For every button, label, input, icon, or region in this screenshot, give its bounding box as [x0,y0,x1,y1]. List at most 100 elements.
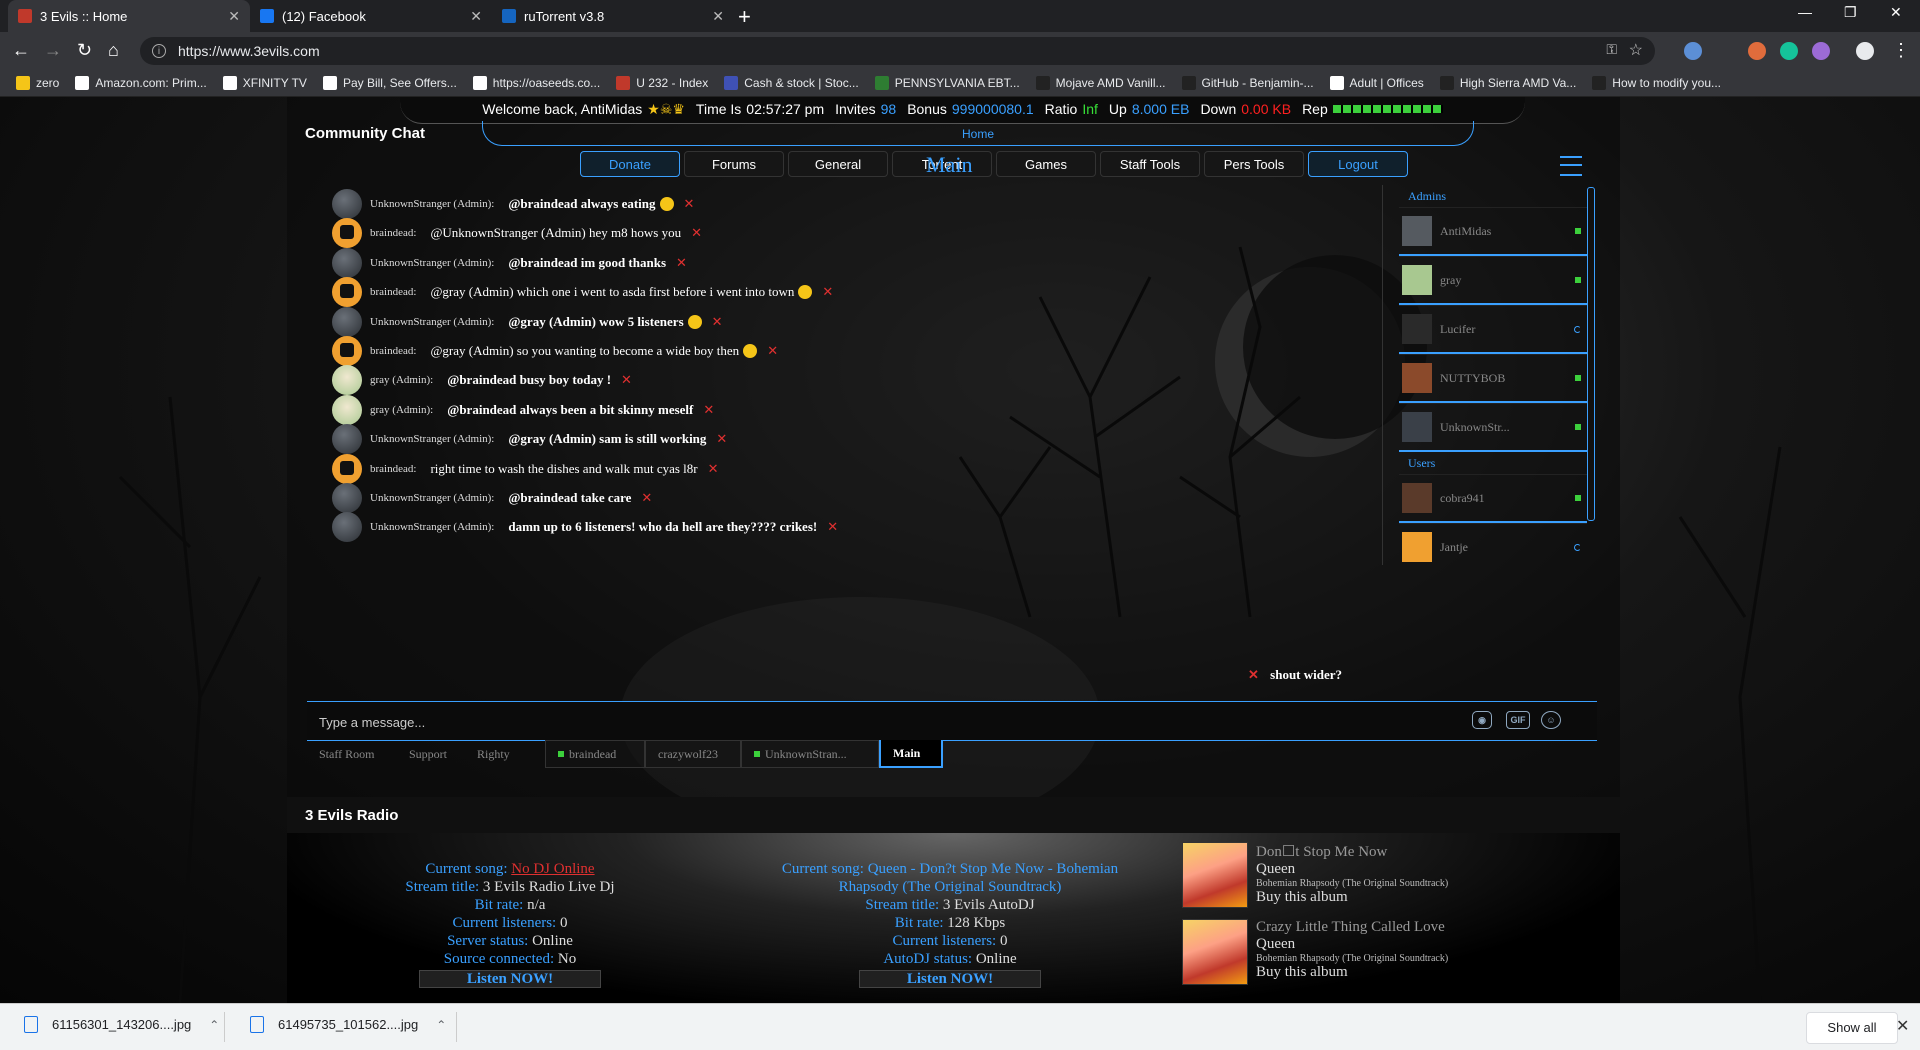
user-avatar[interactable] [332,218,362,249]
new-tab-icon[interactable]: + [738,4,751,30]
gif-icon[interactable]: GIF [1506,711,1530,729]
message-author[interactable]: UnknownStranger (Admin): [370,257,494,269]
grammarly-icon[interactable] [1780,42,1798,60]
message-author[interactable]: braindead: [370,286,416,298]
donate-button[interactable]: Donate [580,151,680,177]
delete-message-icon[interactable]: ✕ [1248,667,1259,682]
user-avatar[interactable] [332,512,362,543]
minimize-icon[interactable]: — [1798,4,1812,20]
delete-message-icon[interactable]: ✕ [708,461,719,477]
site-info-icon[interactable]: i [152,44,166,58]
chat-room-tab[interactable]: braindead [545,740,645,768]
bookmark-star-icon[interactable]: ☆ [1629,40,1643,60]
delete-message-icon[interactable]: ✕ [691,225,702,241]
extension-icon[interactable] [1812,42,1830,60]
bookmark-item[interactable]: High Sierra AMD Va... [1439,76,1576,90]
delete-message-icon[interactable]: ✕ [822,284,833,300]
message-author[interactable]: gray (Admin): [370,404,433,416]
home-icon[interactable]: ⌂ [108,40,119,61]
online-user-row[interactable]: gray [1399,256,1587,305]
bookmark-item[interactable]: GitHub - Benjamin-... [1181,76,1314,90]
chat-room-tab[interactable]: crazywolf23 [645,740,741,768]
delete-message-icon[interactable]: ✕ [676,255,687,271]
message-author[interactable]: braindead: [370,463,416,475]
download-item[interactable]: 61156301_143206....jpg ⌃ [24,1016,219,1033]
message-author[interactable]: UnknownStranger (Admin): [370,492,494,504]
pers-tools-button[interactable]: Pers Tools [1204,151,1304,177]
back-icon[interactable]: ← [12,40,30,61]
reload-icon[interactable]: ↻ [77,40,92,61]
window-close-icon[interactable]: ✕ [1890,4,1902,21]
delete-message-icon[interactable]: ✕ [621,372,632,388]
maximize-icon[interactable]: ❐ [1844,4,1857,21]
bookmark-item[interactable]: PENNSYLVANIA EBT... [874,76,1020,90]
address-bar[interactable]: i https://www.3evils.com ⚿ ☆ [140,37,1655,65]
online-list-scrollbar[interactable] [1587,187,1595,521]
user-avatar[interactable] [332,453,362,484]
profile-avatar-icon[interactable] [1856,42,1874,60]
delete-message-icon[interactable]: ✕ [641,490,652,506]
buy-album-link[interactable]: Buy this album [1256,889,1448,906]
bookmark-item[interactable]: U 232 - Index [616,76,708,90]
extension-icon[interactable] [1748,42,1766,60]
camera-icon[interactable]: ◉ [1472,711,1492,729]
delete-message-icon[interactable]: ✕ [703,402,714,418]
chat-room-tab[interactable]: Support [397,740,465,768]
song-value[interactable]: Queen - Don?t Stop Me Now - Bohemian Rha… [839,861,1119,895]
close-tab-icon[interactable]: ✕ [470,8,482,25]
chat-room-tab[interactable]: Staff Room [307,740,397,768]
bookmark-item[interactable]: XFINITY TV [222,76,307,90]
chevron-up-icon[interactable]: ⌃ [209,1018,219,1032]
show-all-button[interactable]: Show all [1806,1012,1898,1044]
extension-icon[interactable] [1684,42,1702,60]
bookmark-item[interactable]: Amazon.com: Prim... [75,76,207,90]
online-user-row[interactable]: cobra941 [1399,474,1587,523]
online-user-row[interactable]: Lucifer [1399,305,1587,354]
online-user-row[interactable]: Jantje [1399,523,1587,565]
user-avatar[interactable] [332,483,362,513]
bookmark-item[interactable]: zero [16,76,59,90]
online-user-row[interactable]: NUTTYBOB [1399,354,1587,403]
user-avatar[interactable] [332,277,362,308]
close-tab-icon[interactable]: ✕ [228,8,240,25]
delete-message-icon[interactable]: ✕ [684,196,695,212]
chat-room-tab[interactable]: UnknownStran... [741,740,879,768]
online-user-row[interactable]: UnknownStr... [1399,403,1587,452]
bookmark-item[interactable]: Pay Bill, See Offers... [322,76,457,90]
user-avatar[interactable] [332,189,362,219]
message-author[interactable]: UnknownStranger (Admin): [370,521,494,533]
user-avatar[interactable] [332,306,362,337]
chat-room-tab[interactable]: Main [879,740,943,768]
tab-facebook[interactable]: (12) Facebook ✕ [250,0,492,32]
bookmark-item[interactable]: How to modify you... [1592,76,1721,90]
buy-album-link[interactable]: Buy this album [1256,964,1448,981]
album-cover[interactable] [1182,842,1248,908]
browser-menu-icon[interactable]: ⋮ [1892,40,1910,61]
user-avatar[interactable] [332,365,362,396]
emoji-icon[interactable]: ☺ [1541,711,1561,729]
hamburger-menu-icon[interactable] [1560,156,1582,176]
album-cover[interactable] [1182,919,1248,985]
general-button[interactable]: General [788,151,888,177]
message-author[interactable]: UnknownStranger (Admin): [370,316,494,328]
bookmark-item[interactable]: https://oaseeds.co... [472,76,600,90]
download-item[interactable]: 61495735_101562....jpg ⌃ [250,1016,446,1033]
forums-button[interactable]: Forums [684,151,784,177]
message-author[interactable]: braindead: [370,227,416,239]
tab-rutorrent[interactable]: ruTorrent v3.8 ✕ [492,0,734,32]
delete-message-icon[interactable]: ✕ [712,314,723,330]
user-avatar[interactable] [332,336,362,366]
listen-now-button[interactable]: Listen NOW! [419,970,601,988]
games-button[interactable]: Games [996,151,1096,177]
bookmark-item[interactable]: Adult | Offices [1329,76,1424,90]
user-avatar[interactable] [332,394,362,425]
message-author[interactable]: UnknownStranger (Admin): [370,433,494,445]
home-link[interactable]: Home [482,121,1474,146]
message-author[interactable]: UnknownStranger (Admin): [370,198,494,210]
listen-now-button[interactable]: Listen NOW! [859,970,1041,988]
user-avatar[interactable] [332,424,362,455]
tab-3evils[interactable]: 3 Evils :: Home ✕ [8,0,250,32]
song-value[interactable]: No DJ Online [511,861,594,877]
url-text[interactable]: https://www.3evils.com [178,43,320,59]
key-icon[interactable]: ⚿ [1606,41,1617,58]
